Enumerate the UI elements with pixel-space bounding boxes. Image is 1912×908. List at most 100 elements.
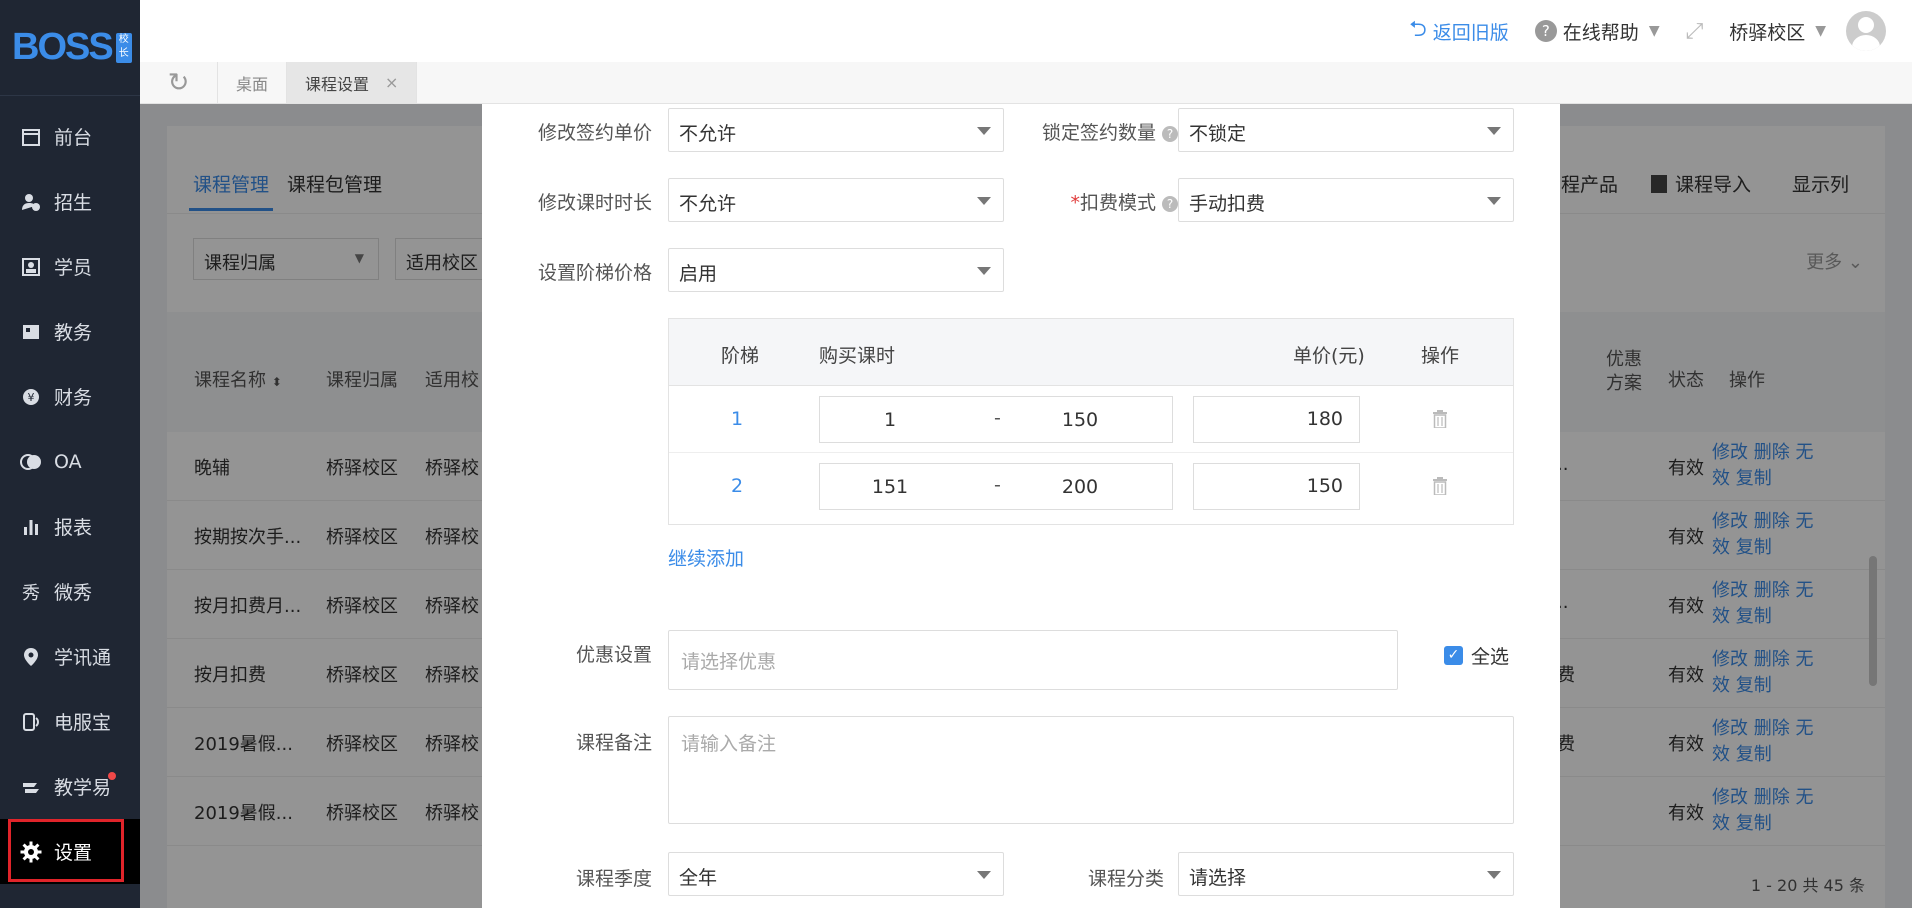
tab-course-settings[interactable]: 课程设置 × xyxy=(287,62,418,103)
help-icon: ? xyxy=(1534,20,1557,42)
category-label: 课程分类 xyxy=(1087,868,1164,890)
refresh-icon[interactable]: ↻ xyxy=(140,62,218,103)
svg-text:¥: ¥ xyxy=(28,391,35,404)
sidebar-item-label: 微秀 xyxy=(54,582,93,604)
tier-price-select[interactable]: 启用 xyxy=(668,248,1004,292)
sidebar-item-label: 财务 xyxy=(54,387,93,409)
charge-mode-select[interactable]: 手动扣费 xyxy=(1178,178,1514,222)
online-help-menu[interactable]: ? 在线帮助 ▼ xyxy=(1534,18,1660,45)
hours-to-input[interactable]: 150 xyxy=(1050,409,1110,431)
unit-price-input[interactable]: 180 xyxy=(1193,396,1360,443)
back-to-old-label: 返回旧版 xyxy=(1432,21,1509,44)
unit-price-input[interactable]: 150 xyxy=(1193,463,1360,510)
hours-from-input[interactable]: 151 xyxy=(870,476,910,498)
fullscreen-button[interactable]: ⤢ xyxy=(1686,19,1704,44)
charge-mode-label: *扣费模式? xyxy=(958,188,1178,215)
phone-service-icon xyxy=(20,711,42,733)
sidebar-item-oa[interactable]: OA xyxy=(0,429,140,494)
modify-duration-select[interactable]: 不允许 xyxy=(668,178,1004,222)
actions-column-header: 操作 xyxy=(1421,345,1460,367)
sidebar: BOSS 校长 前台 招生 学员 教务 ¥ 财务 OA 报表 秀 微秀 学讯通 … xyxy=(0,0,140,908)
page-tabs-bar: ↻ 桌面 课程设置 × xyxy=(140,62,1912,104)
chevron-down-icon: ▼ xyxy=(1815,23,1826,39)
season-label: 课程季度 xyxy=(575,868,652,890)
tier-price-table: 阶梯 购买课时 单价(元) 操作 1 1 - 150 180 2 151 - 2… xyxy=(668,318,1514,525)
sidebar-item-label: 学员 xyxy=(54,257,93,279)
sidebar-item-students[interactable]: 学员 xyxy=(0,234,140,299)
select-value: 手动扣费 xyxy=(1189,193,1266,215)
tier-number: 2 xyxy=(731,475,744,497)
sidebar-item-dianfubao[interactable]: 电服宝 xyxy=(0,689,140,754)
back-to-old-version-link[interactable]: ⮌ 返回旧版 xyxy=(1409,12,1509,50)
category-select[interactable]: 请选择 xyxy=(1178,852,1514,896)
sidebar-item-label: 前台 xyxy=(54,127,93,149)
tab-label: 课程设置 xyxy=(305,74,370,94)
chevron-down-icon xyxy=(1487,197,1501,205)
sidebar-item-front-desk[interactable]: 前台 xyxy=(0,104,140,169)
weixiu-icon: 秀 xyxy=(22,582,40,604)
tier-table-header: 阶梯 购买课时 单价(元) 操作 xyxy=(669,319,1513,386)
tab-label: 桌面 xyxy=(236,74,269,94)
campus-switcher[interactable]: 桥驿校区 ▼ xyxy=(1729,18,1826,45)
tier-number: 1 xyxy=(731,408,744,430)
tier-row: 2 151 - 200 150 xyxy=(669,453,1513,520)
hours-range-input: 151 - 200 xyxy=(819,463,1173,510)
sidebar-item-label: 招生 xyxy=(54,192,93,214)
chevron-down-icon: ▼ xyxy=(1648,23,1660,39)
tab-desk[interactable]: 桌面 xyxy=(218,62,288,103)
trash-icon[interactable] xyxy=(1433,477,1447,496)
sidebar-item-enrollment[interactable]: 招生 xyxy=(0,169,140,234)
course-settings-modal: 修改签约单价 不允许 锁定签约数量? 不锁定 修改课时时长 不允许 *扣费模式?… xyxy=(482,104,1560,908)
hours-to-input[interactable]: 200 xyxy=(1050,476,1110,498)
tier-row: 1 1 - 150 180 xyxy=(669,386,1513,453)
modify-unit-price-select[interactable]: 不允许 xyxy=(668,108,1004,152)
trash-icon[interactable] xyxy=(1433,410,1447,429)
top-header: ⮌ 返回旧版 ? 在线帮助 ▼ ⤢ 桥驿校区 ▼ xyxy=(140,0,1912,62)
chevron-down-icon xyxy=(1487,871,1501,879)
discount-label: 优惠设置 xyxy=(575,644,652,666)
sidebar-item-reports[interactable]: 报表 xyxy=(0,494,140,559)
field-label-text: 扣费模式 xyxy=(1079,192,1156,214)
select-all-checkbox[interactable]: ✓ 全选 xyxy=(1444,642,1509,669)
online-help-label: 在线帮助 xyxy=(1562,21,1639,44)
select-value: 启用 xyxy=(679,263,718,285)
sidebar-item-label: 教学易 xyxy=(54,777,112,799)
yen-icon: ¥ xyxy=(20,386,42,408)
remark-textarea[interactable]: 请输入备注 xyxy=(668,716,1514,824)
help-icon[interactable]: ? xyxy=(1162,125,1178,142)
oa-icon xyxy=(20,451,42,473)
modify-unit-price-label: 修改签约单价 xyxy=(537,122,652,144)
field-label-text: 锁定签约数量 xyxy=(1041,122,1156,144)
season-select[interactable]: 全年 xyxy=(668,852,1004,896)
remark-label: 课程备注 xyxy=(575,732,652,754)
sidebar-item-settings[interactable]: 设置 xyxy=(0,819,140,884)
logo-text: BOSS xyxy=(12,26,114,68)
id-card-icon xyxy=(20,256,42,278)
notification-dot xyxy=(108,772,116,780)
hours-range-input: 1 - 150 xyxy=(819,396,1173,443)
chevron-down-icon xyxy=(1487,127,1501,135)
sidebar-item-finance[interactable]: ¥ 财务 xyxy=(0,364,140,429)
discount-select[interactable]: 请选择优惠 xyxy=(668,630,1398,690)
undo-icon: ⮌ xyxy=(1409,17,1427,42)
hours-from-input[interactable]: 1 xyxy=(880,409,900,431)
lock-quantity-select[interactable]: 不锁定 xyxy=(1178,108,1514,152)
close-icon[interactable]: × xyxy=(385,73,398,92)
range-separator: - xyxy=(994,407,1001,429)
logo-badge: 校长 xyxy=(115,32,132,63)
help-icon[interactable]: ? xyxy=(1162,195,1178,212)
sidebar-item-xuexuntong[interactable]: 学讯通 xyxy=(0,624,140,689)
bar-chart-icon xyxy=(20,516,42,538)
logo: BOSS 校长 xyxy=(0,0,140,96)
sidebar-item-label: 报表 xyxy=(54,517,93,539)
required-mark: * xyxy=(1070,192,1080,214)
sidebar-item-label: 学讯通 xyxy=(54,647,112,669)
sidebar-item-jiaoxueyi[interactable]: 教学易 xyxy=(0,754,140,819)
sidebar-item-label: OA xyxy=(54,450,82,473)
avatar[interactable] xyxy=(1846,11,1886,51)
sidebar-item-weixiu[interactable]: 秀 微秀 xyxy=(0,559,140,624)
add-tier-link[interactable]: 继续添加 xyxy=(668,544,744,571)
range-separator: - xyxy=(994,474,1001,496)
campus-label: 桥驿校区 xyxy=(1729,21,1806,44)
sidebar-item-academic[interactable]: 教务 xyxy=(0,299,140,364)
